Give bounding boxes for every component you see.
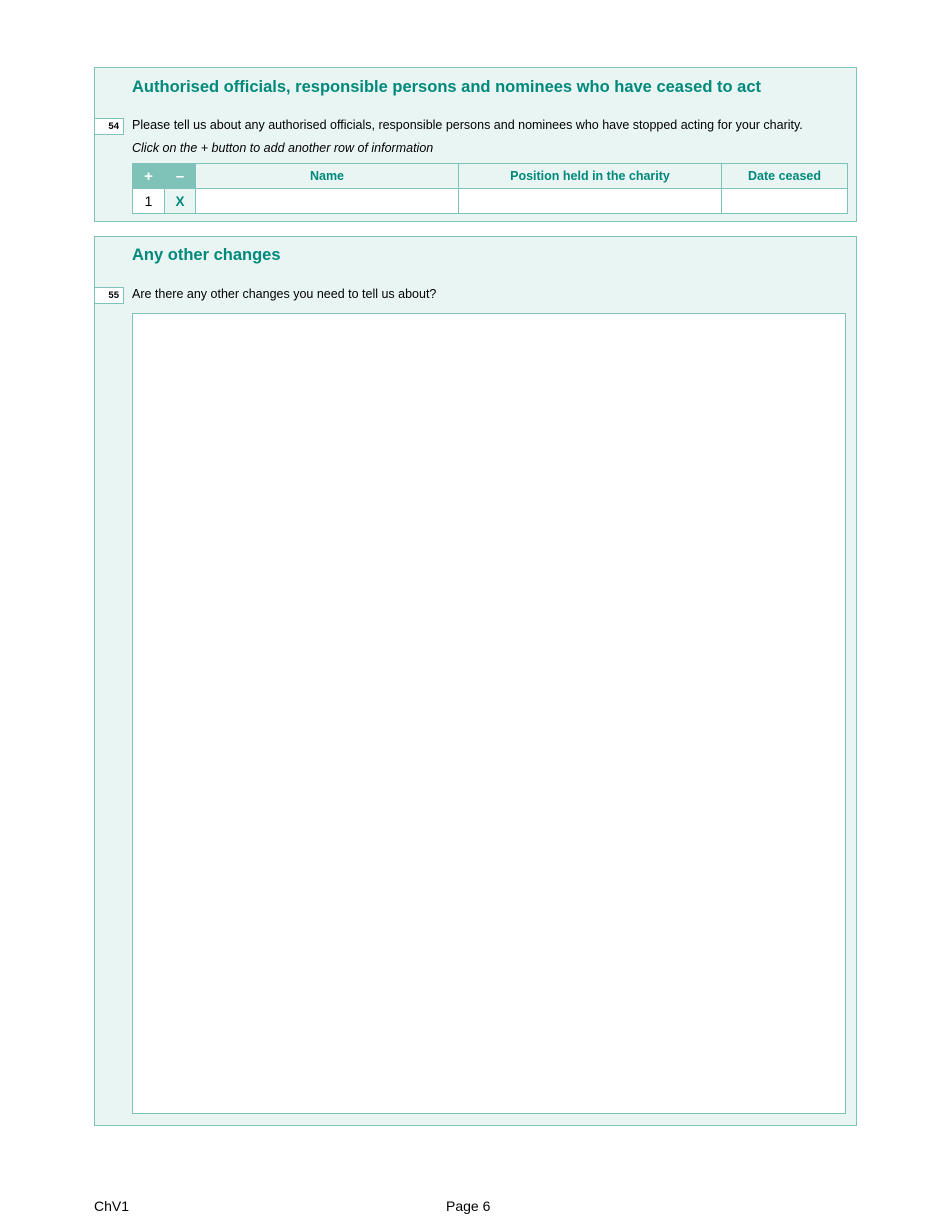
column-header-date-ceased: Date ceased — [721, 163, 848, 189]
row-number: 1 — [132, 188, 165, 214]
section-ceased-officials: Authorised officials, responsible person… — [94, 67, 857, 222]
section-title: Authorised officials, responsible person… — [132, 78, 761, 96]
ceased-officials-table: + – Name Position held in the charity Da… — [132, 163, 848, 214]
question-number-badge: 55 — [95, 287, 124, 304]
other-changes-textarea[interactable] — [132, 313, 846, 1114]
column-header-name: Name — [195, 163, 459, 189]
section-other-changes: Any other changes 55 Are there any other… — [94, 236, 857, 1126]
table-row: 1 X — [132, 188, 848, 214]
section-title: Any other changes — [132, 246, 281, 264]
page-number: Page 6 — [446, 1198, 491, 1214]
form-code: ChV1 — [94, 1198, 130, 1214]
position-field[interactable] — [458, 188, 722, 214]
table-header-row: + – Name Position held in the charity Da… — [132, 163, 848, 189]
date-ceased-field[interactable] — [721, 188, 848, 214]
add-row-button[interactable]: + — [132, 163, 165, 189]
question-text: Are there any other changes you need to … — [132, 287, 437, 301]
column-header-position: Position held in the charity — [458, 163, 722, 189]
instruction-text: Click on the + button to add another row… — [132, 141, 434, 155]
question-number-badge: 54 — [95, 118, 124, 135]
remove-row-header-button[interactable]: – — [164, 163, 196, 189]
remove-row-button[interactable]: X — [164, 188, 196, 214]
name-field[interactable] — [195, 188, 459, 214]
question-text: Please tell us about any authorised offi… — [132, 118, 803, 132]
